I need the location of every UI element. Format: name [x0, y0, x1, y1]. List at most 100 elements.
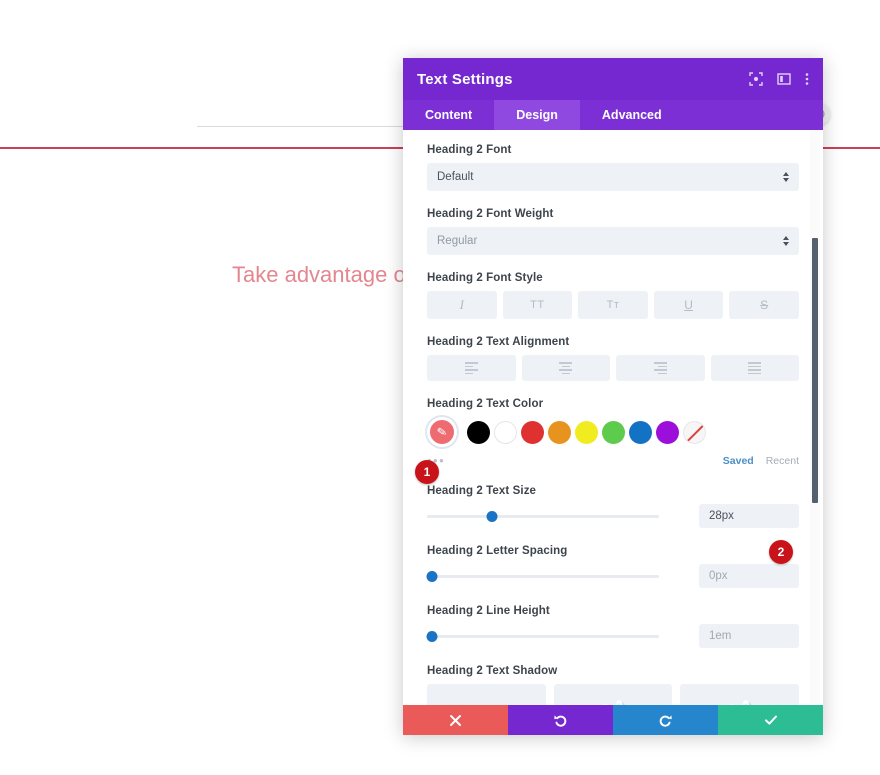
annotation-badge-1: 1 — [415, 460, 439, 484]
align-left-icon — [464, 362, 478, 374]
heading2-font-select[interactable]: Default — [427, 163, 799, 191]
swatch-orange[interactable] — [548, 420, 571, 444]
slider-thumb[interactable] — [426, 630, 438, 642]
field-label: Heading 2 Font — [427, 144, 512, 156]
close-icon — [450, 714, 461, 726]
eyedropper-icon: ✎ — [435, 424, 449, 440]
field-heading2-font-style: Heading 2 Font Style I TT Tᴛ U S — [427, 272, 799, 319]
color-picker-button[interactable]: ✎ — [427, 417, 457, 447]
more-options-icon[interactable] — [805, 72, 809, 86]
cancel-button[interactable] — [403, 705, 508, 735]
slider-thumb[interactable] — [486, 510, 498, 522]
line-height-slider-row: 1em — [426, 624, 799, 648]
field-label: Heading 2 Letter Spacing — [427, 545, 568, 557]
heading2-font-weight-select[interactable]: Regular — [427, 227, 799, 255]
letter-spacing-slider-row: 0px — [426, 564, 799, 588]
line-height-input[interactable]: 1em — [699, 624, 799, 648]
align-justify-icon — [748, 362, 762, 374]
text-size-slider[interactable] — [427, 507, 659, 525]
color-swatch-footer: ••• Saved Recent — [427, 453, 799, 468]
small-caps-button[interactable]: Tᴛ — [578, 291, 648, 319]
swatch-yellow[interactable] — [575, 420, 598, 444]
field-heading2-font-weight: Heading 2 Font Weight Regular — [427, 208, 799, 255]
letter-spacing-input[interactable]: 0px — [699, 564, 799, 588]
screenshot-root: Take advantage o Text Settings Content D… — [0, 0, 880, 775]
tab-content[interactable]: Content — [403, 100, 494, 130]
redo-icon — [659, 714, 672, 727]
recent-colors-tab[interactable]: Recent — [766, 455, 799, 467]
field-heading2-text-alignment: Heading 2 Text Alignment — [427, 336, 799, 381]
uppercase-button[interactable]: TT — [502, 291, 573, 319]
save-button[interactable] — [718, 705, 823, 735]
field-label: Heading 2 Text Alignment — [427, 336, 570, 348]
text-shadow-button-row: ⌀ aA aA — [427, 684, 800, 705]
swatch-white[interactable] — [494, 420, 517, 444]
align-center-button[interactable] — [521, 355, 610, 381]
scrollbar-thumb[interactable] — [812, 238, 818, 503]
checkmark-icon — [764, 715, 777, 725]
field-label: Heading 2 Line Height — [427, 605, 550, 617]
field-heading2-line-height: Heading 2 Line Height 1em — [426, 605, 799, 648]
swatch-purple[interactable] — [656, 420, 679, 444]
align-left-button[interactable] — [427, 355, 516, 381]
text-alignment-button-row — [427, 355, 799, 381]
field-label: Heading 2 Text Color — [427, 398, 544, 410]
tab-design[interactable]: Design — [494, 100, 580, 130]
text-shadow-sample: aA — [726, 696, 754, 705]
field-label: Heading 2 Font Style — [427, 272, 543, 284]
text-shadow-none-button[interactable]: ⌀ — [427, 684, 546, 705]
letter-spacing-slider[interactable] — [426, 567, 659, 585]
swatch-red[interactable] — [521, 420, 544, 444]
swatch-transparent[interactable] — [683, 420, 706, 444]
modal-title: Text Settings — [417, 70, 513, 88]
underline-button[interactable]: U — [653, 291, 724, 319]
align-justify-button[interactable] — [710, 355, 799, 381]
undo-button[interactable] — [508, 705, 613, 735]
text-shadow-preset-1-button[interactable]: aA — [553, 684, 673, 705]
text-settings-modal: Text Settings Content Design Advanced He… — [403, 58, 823, 735]
slider-track — [427, 574, 659, 578]
font-style-button-row: I TT Tᴛ U S — [427, 291, 799, 319]
undo-icon — [554, 714, 567, 727]
text-size-input[interactable]: 28px — [699, 504, 799, 528]
swatch-green[interactable] — [602, 420, 625, 444]
modal-body: Heading 2 Font Default Heading 2 Font We… — [403, 130, 823, 705]
modal-header: Text Settings — [403, 58, 823, 100]
modal-tabs: Content Design Advanced — [403, 100, 823, 130]
line-height-slider[interactable] — [426, 627, 659, 645]
split-view-icon[interactable] — [777, 72, 791, 86]
swatch-blue[interactable] — [629, 420, 652, 444]
align-center-icon — [559, 362, 573, 374]
field-heading2-font: Heading 2 Font Default — [427, 144, 799, 191]
field-heading2-letter-spacing: Heading 2 Letter Spacing 0px — [426, 545, 799, 588]
field-heading2-text-color: Heading 2 Text Color ✎ ••• Saved Recent — [427, 398, 799, 468]
text-size-slider-row: 28px — [427, 504, 799, 528]
background-heading-text: Take advantage o — [232, 262, 406, 287]
italic-button[interactable]: I — [427, 291, 497, 319]
field-label: Heading 2 Font Weight — [427, 208, 554, 220]
field-label: Heading 2 Text Size — [427, 485, 537, 497]
text-shadow-preset-2-button[interactable]: aA — [680, 684, 800, 705]
chevron-updown-icon — [783, 236, 789, 246]
swatch-black[interactable] — [467, 420, 490, 444]
align-right-button[interactable] — [616, 355, 705, 381]
responsive-view-icon[interactable] — [749, 72, 763, 86]
strikethrough-button[interactable]: S — [729, 291, 799, 319]
annotation-badge-2: 2 — [769, 540, 793, 564]
slider-thumb[interactable] — [426, 570, 438, 582]
redo-button[interactable] — [613, 705, 718, 735]
align-right-icon — [653, 362, 667, 374]
slider-track — [427, 514, 659, 518]
slider-track — [427, 634, 659, 638]
text-shadow-sample: aA — [599, 696, 627, 705]
color-swatch-row: ✎ — [427, 417, 799, 447]
field-heading2-text-size: Heading 2 Text Size 28px — [427, 485, 799, 528]
chevron-updown-icon — [783, 172, 789, 182]
field-heading2-text-shadow: Heading 2 Text Shadow ⌀ aA aA — [427, 665, 800, 705]
select-value: Default — [437, 171, 474, 183]
modal-footer — [403, 705, 823, 735]
field-label: Heading 2 Text Shadow — [427, 665, 558, 677]
tab-advanced[interactable]: Advanced — [580, 100, 684, 130]
select-value: Regular — [437, 235, 478, 247]
saved-colors-tab[interactable]: Saved — [723, 455, 754, 467]
